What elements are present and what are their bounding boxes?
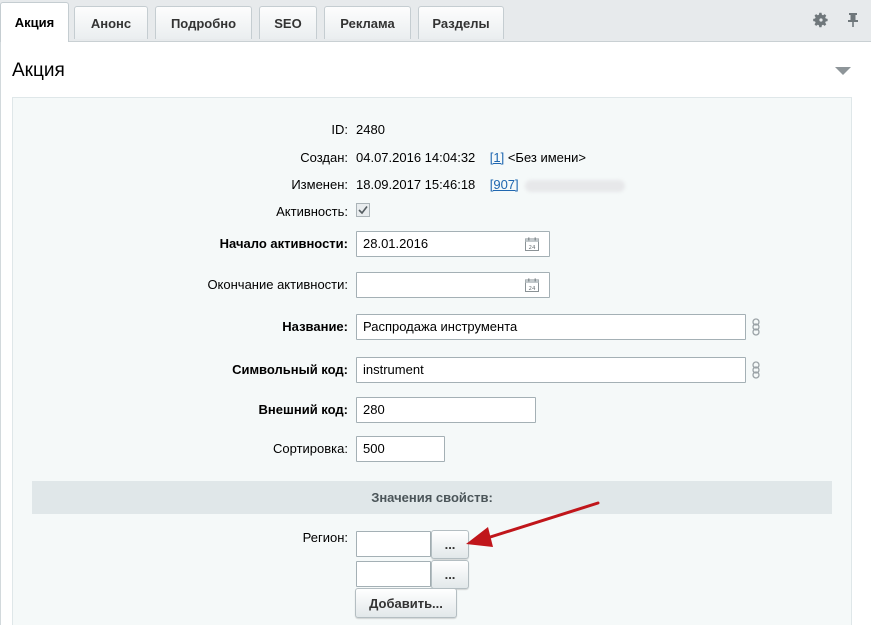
tab-action[interactable]: Акция	[0, 2, 69, 42]
active-from-input[interactable]: 28.01.2016	[356, 231, 550, 257]
code-label: Символьный код:	[232, 362, 348, 377]
modified-value: 18.09.2017 15:46:18 [907]	[356, 177, 625, 192]
redacted-user-name	[524, 179, 625, 192]
created-label: Создан:	[300, 150, 348, 165]
annotation-arrow-icon	[466, 501, 600, 547]
properties-section-header: Значения свойств:	[32, 481, 832, 514]
modified-label: Изменен:	[291, 177, 348, 192]
created-date: 04.07.2016 14:04:32	[356, 150, 476, 165]
modified-user-link[interactable]: [907]	[490, 177, 519, 192]
modified-date: 18.09.2017 15:46:18	[356, 177, 476, 192]
tab-advertising[interactable]: Реклама	[324, 6, 411, 39]
name-input[interactable]: Распродажа инструмента	[356, 314, 746, 340]
created-user-name: <Без имени>	[507, 150, 586, 165]
code-input[interactable]: instrument	[356, 357, 746, 383]
calendar-icon[interactable]: 24	[525, 278, 539, 292]
gear-icon[interactable]	[813, 12, 829, 28]
active-label: Активность:	[276, 204, 348, 219]
tab-announce[interactable]: Анонс	[74, 6, 148, 39]
transliterate-link-icon[interactable]	[749, 361, 763, 379]
pin-icon[interactable]	[845, 12, 861, 28]
active-checkbox[interactable]	[356, 203, 370, 217]
svg-text:24: 24	[529, 286, 536, 292]
external-code-label: Внешний код:	[258, 402, 348, 417]
tab-details[interactable]: Подробно	[155, 6, 252, 39]
region-input[interactable]	[356, 561, 431, 587]
svg-text:24: 24	[529, 245, 536, 251]
id-value: 2480	[356, 122, 385, 137]
region-label: Регион:	[302, 530, 348, 545]
external-code-input[interactable]: 280	[356, 397, 536, 423]
panel-title: Акция	[12, 60, 65, 81]
created-value: 04.07.2016 14:04:32 [1] <Без имени>	[356, 150, 586, 165]
collapse-arrow-icon[interactable]	[835, 67, 851, 75]
transliterate-link-icon[interactable]	[749, 318, 763, 336]
active-from-label: Начало активности:	[219, 236, 348, 251]
sort-label: Сортировка:	[273, 441, 348, 456]
sort-input[interactable]: 500	[356, 436, 445, 462]
created-user-link[interactable]: [1]	[490, 150, 504, 165]
calendar-icon[interactable]: 24	[525, 237, 539, 251]
active-to-label: Окончание активности:	[207, 277, 348, 292]
region-input[interactable]	[356, 531, 431, 557]
add-region-button[interactable]: Добавить...	[355, 588, 457, 618]
region-browse-button[interactable]: ...	[431, 560, 469, 589]
name-label: Название:	[282, 319, 348, 334]
tab-sections[interactable]: Разделы	[418, 6, 504, 39]
active-to-input[interactable]	[356, 272, 550, 298]
id-label: ID:	[331, 122, 348, 137]
tab-bar: Акция Анонс Подробно SEO Реклама Разделы	[0, 0, 871, 42]
tab-seo[interactable]: SEO	[259, 6, 317, 39]
